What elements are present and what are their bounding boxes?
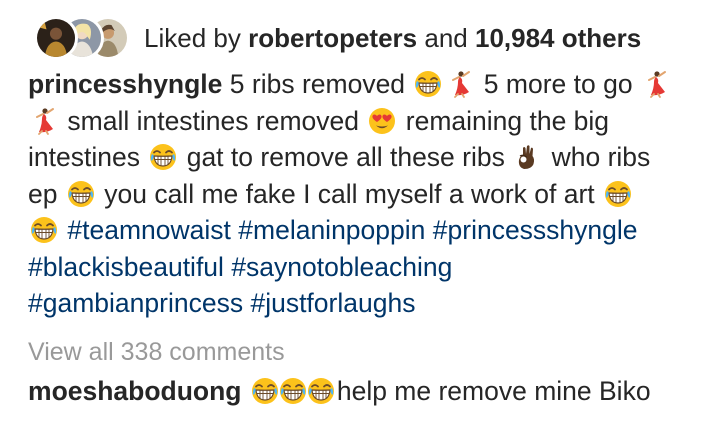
caption-line: small intestines removed remaining the b… bbox=[28, 103, 708, 140]
heart-eyes-icon bbox=[368, 107, 396, 135]
caption-text: remaining the big bbox=[405, 105, 610, 136]
dancer-icon bbox=[446, 70, 474, 98]
caption-author-link[interactable]: princesshyngle bbox=[28, 69, 222, 99]
hashtag-link[interactable]: #princessshyngle bbox=[433, 215, 638, 245]
likes-summary: Liked by robertopeters and 10,984 others bbox=[34, 14, 641, 62]
likes-count-link[interactable]: 10,984 others bbox=[475, 23, 641, 53]
dancer-icon bbox=[642, 70, 670, 98]
comment-author-link[interactable]: moeshaboduong bbox=[28, 376, 241, 406]
caption-line: princesshyngle 5 ribs removed 5 more to … bbox=[28, 66, 708, 103]
post-caption: princesshyngle 5 ribs removed 5 more to … bbox=[28, 66, 708, 322]
avatar[interactable] bbox=[34, 16, 78, 60]
hashtag-link[interactable]: #melaninpoppin bbox=[238, 215, 425, 245]
comment-text: help me remove mine Biko bbox=[336, 376, 651, 406]
caption-text: intestines bbox=[28, 142, 140, 172]
face-with-tears-of-joy-icon bbox=[279, 377, 307, 405]
caption-text: gat to remove all these ribs bbox=[186, 142, 505, 172]
likes-prefix: Liked by bbox=[144, 22, 241, 53]
ok-hand-icon bbox=[514, 143, 542, 171]
caption-text: you call me fake I call myself a work of… bbox=[104, 178, 595, 209]
caption-line: ep you call me fake I call myself a work… bbox=[28, 176, 708, 213]
hashtag-link[interactable]: #blackisbeautiful bbox=[28, 252, 224, 282]
caption-text: 5 ribs removed bbox=[229, 69, 406, 99]
face-with-tears-of-joy-icon bbox=[149, 143, 177, 171]
caption-line: #teamnowaist #melaninpoppin #princessshy… bbox=[28, 212, 708, 249]
dancer-icon bbox=[30, 107, 58, 135]
liker-avatars[interactable] bbox=[34, 15, 130, 61]
liker-username-link[interactable]: robertopeters bbox=[248, 23, 417, 53]
caption-line: #gambianprincess #justforlaughs bbox=[28, 285, 708, 322]
face-with-tears-of-joy-icon bbox=[604, 180, 632, 208]
face-with-tears-of-joy-icon bbox=[251, 377, 279, 405]
face-with-tears-of-joy-icon bbox=[307, 377, 335, 405]
view-all-comments-link[interactable]: View all 338 comments bbox=[28, 338, 285, 367]
caption-text: ep bbox=[28, 178, 58, 209]
hashtag-link[interactable]: #saynotobleaching bbox=[231, 252, 452, 282]
hashtag-link[interactable]: #justforlaughs bbox=[250, 288, 415, 318]
face-with-tears-of-joy-icon bbox=[30, 216, 58, 244]
comment-item: moeshaboduong help me remove mine Biko bbox=[28, 376, 651, 407]
caption-text: who ribs bbox=[551, 142, 651, 172]
caption-text: 5 more to go bbox=[483, 69, 633, 99]
hashtag-link[interactable]: #teamnowaist bbox=[67, 215, 231, 245]
face-with-tears-of-joy-icon bbox=[414, 70, 442, 98]
hashtag-link[interactable]: #gambianprincess bbox=[28, 288, 243, 318]
likes-text: Liked by robertopeters and 10,984 others bbox=[144, 23, 641, 54]
likes-conjunction: and bbox=[424, 22, 468, 53]
caption-line: #blackisbeautiful #saynotobleaching bbox=[28, 249, 708, 286]
caption-text: small intestines removed bbox=[67, 105, 359, 136]
caption-line: intestines gat to remove all these ribs … bbox=[28, 139, 708, 176]
face-with-tears-of-joy-icon bbox=[67, 180, 95, 208]
